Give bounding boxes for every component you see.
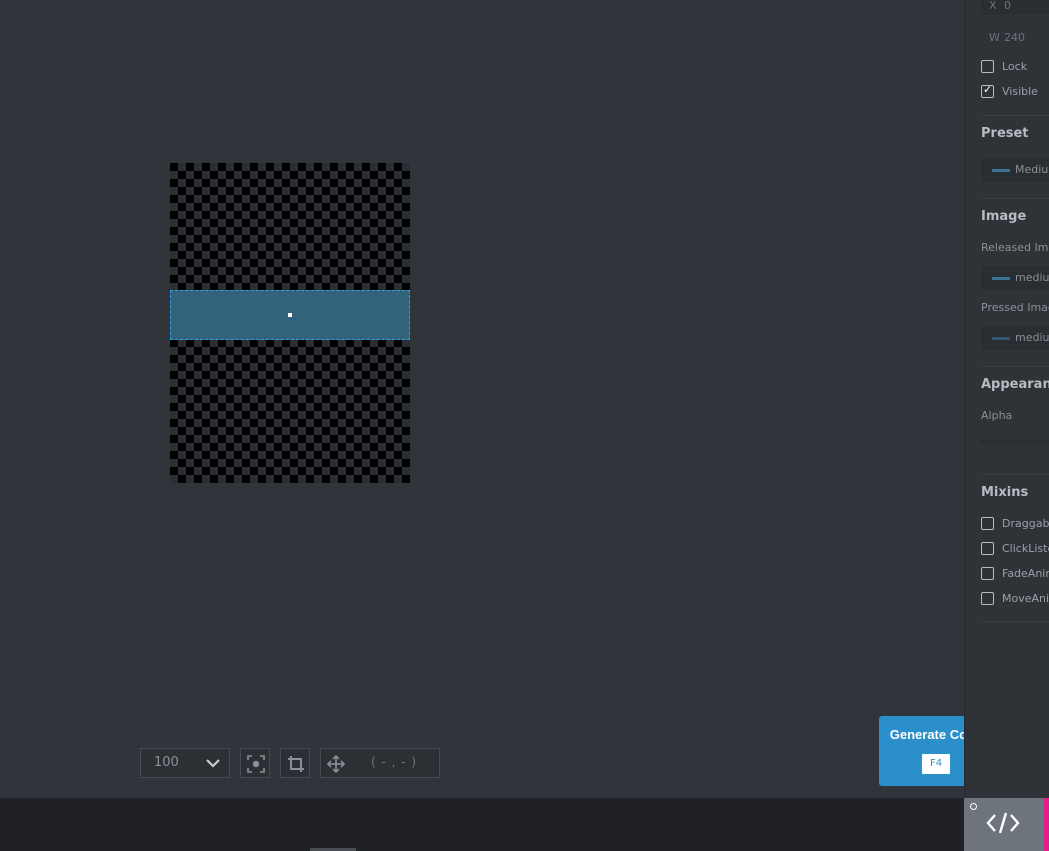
generate-code-shortcut: F4 [922, 754, 950, 774]
focus-icon [247, 755, 265, 777]
alpha-label: Alpha [981, 409, 1013, 422]
zoom-select[interactable]: 100 [140, 748, 230, 778]
properties-panel: X 0 W 240 Lock Visible Preset Medium Ima… [964, 0, 1049, 798]
crop-button[interactable] [280, 748, 310, 778]
mixin-draggable-label: Draggable [1002, 517, 1049, 530]
divider [981, 366, 1049, 367]
mixins-title: Mixins [981, 485, 1029, 500]
released-image-swatch [992, 277, 1010, 280]
w-value: 240 [1004, 31, 1025, 44]
mixin-moveanimator-label: MoveAnimator [1002, 592, 1049, 605]
chevron-down-icon [205, 755, 221, 775]
divider [981, 474, 1049, 475]
focus-button[interactable] [240, 748, 270, 778]
code-icon [986, 811, 1020, 839]
alpha-slider[interactable] [981, 440, 1049, 443]
x-field[interactable]: X 0 [981, 0, 1049, 14]
mixin-fadeanimator-label: FadeAnimator [1002, 567, 1049, 580]
pressed-image-select[interactable]: medium [981, 326, 1049, 350]
lock-checkbox[interactable] [981, 60, 994, 73]
mixin-moveanimator-checkbox[interactable] [981, 592, 994, 605]
pressed-image-label: Pressed Image [981, 301, 1049, 314]
released-image-value: medium [1015, 271, 1049, 284]
indicator-dot [970, 803, 977, 810]
visible-label: Visible [1002, 85, 1038, 98]
mixin-clicklistener-label: ClickListener [1002, 542, 1049, 555]
lock-label: Lock [1002, 60, 1028, 73]
coordinate-display: ( - , - ) [320, 748, 440, 778]
preset-value: Medium [1015, 163, 1049, 176]
x-label: X [989, 0, 997, 12]
preset-select[interactable]: Medium [981, 158, 1049, 182]
widget-anchor-handle[interactable] [288, 313, 292, 317]
zoom-value: 100 [154, 755, 179, 770]
released-image-select[interactable]: medium [981, 266, 1049, 290]
move-icon[interactable] [326, 754, 346, 777]
divider [981, 621, 1049, 622]
divider [981, 115, 1049, 116]
code-view-toggle[interactable] [964, 798, 1044, 851]
w-field[interactable]: W 240 [981, 27, 1049, 49]
accent-strip [1044, 798, 1049, 851]
mixin-clicklistener-checkbox[interactable] [981, 542, 994, 555]
preset-title: Preset [981, 126, 1029, 141]
released-image-label: Released Image [981, 241, 1049, 254]
mixin-draggable-checkbox[interactable] [981, 517, 994, 530]
preset-swatch [992, 169, 1010, 172]
pressed-image-value: medium [1015, 331, 1049, 344]
visible-checkbox[interactable] [981, 83, 994, 98]
status-bar [0, 798, 964, 851]
appearance-title: Appearance [981, 377, 1049, 392]
canvas-area[interactable]: 100 ( - , - ) Generate Code F4 [0, 0, 993, 798]
x-value: 0 [1004, 0, 1011, 12]
image-title: Image [981, 209, 1027, 224]
crop-icon [287, 755, 305, 777]
w-label: W [989, 31, 1000, 44]
pressed-image-swatch [992, 337, 1010, 340]
coordinate-readout: ( - , - ) [371, 755, 418, 769]
divider [981, 198, 1049, 199]
mixin-fadeanimator-checkbox[interactable] [981, 567, 994, 580]
